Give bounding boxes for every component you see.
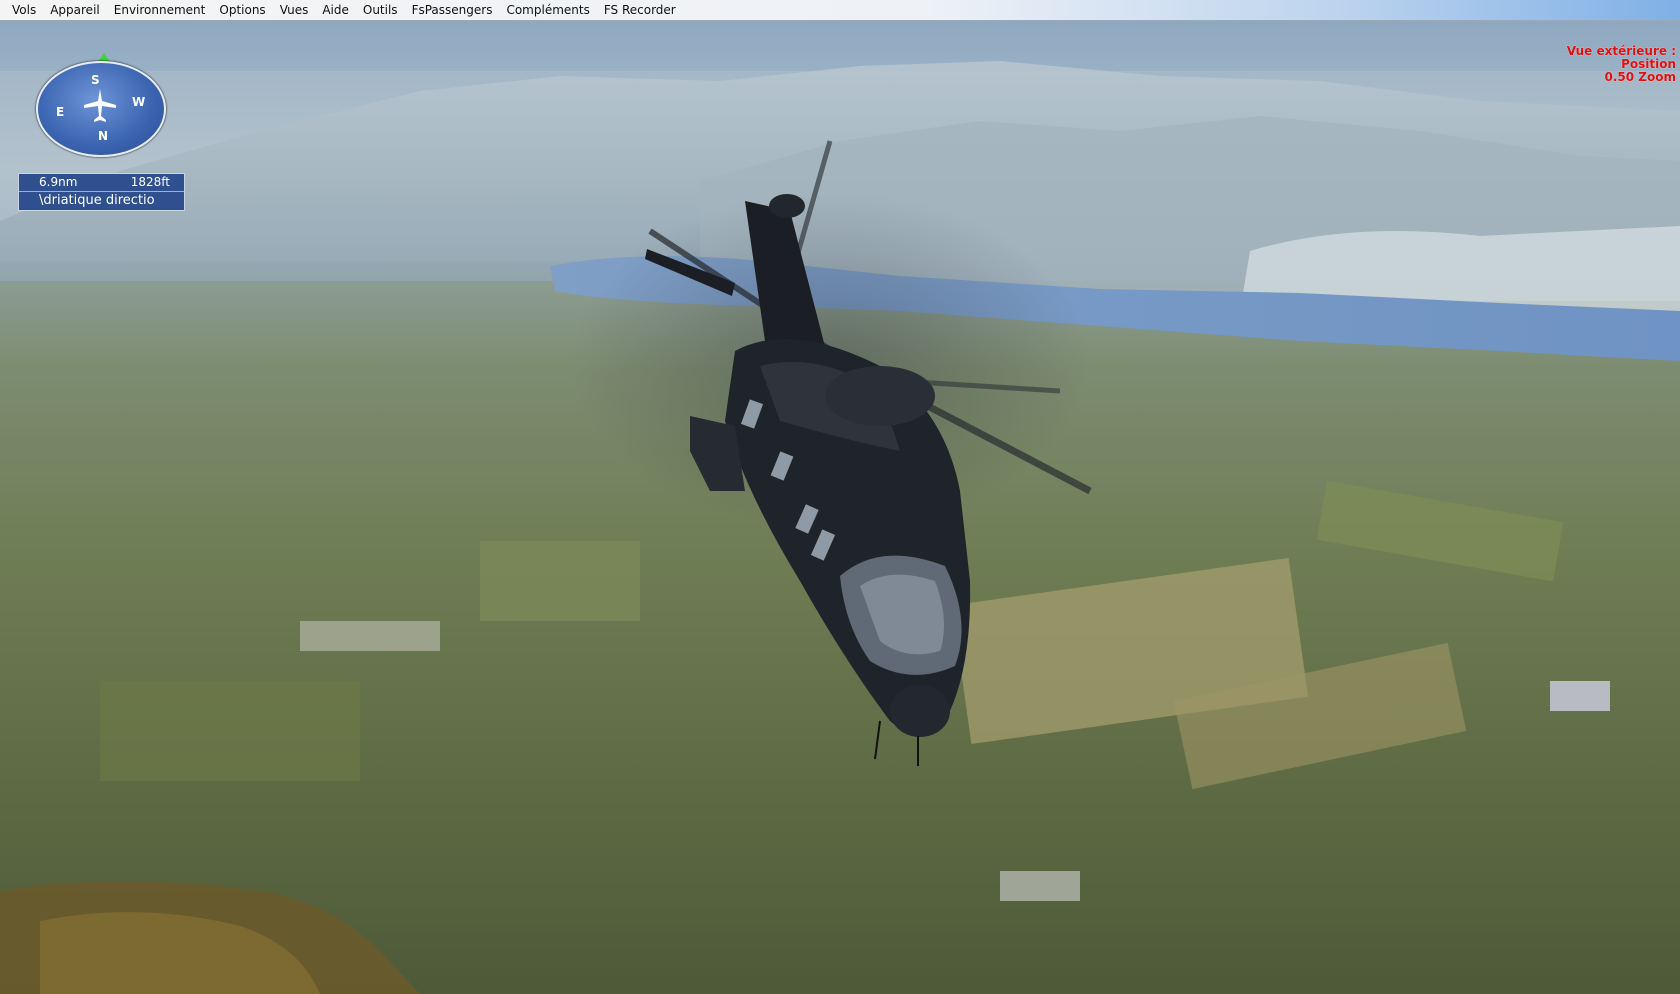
menu-aide[interactable]: Aide bbox=[315, 0, 356, 20]
compass-west-label: W bbox=[132, 95, 146, 109]
menu-fs-recorder[interactable]: FS Recorder bbox=[597, 0, 683, 20]
menu-options[interactable]: Options bbox=[212, 0, 272, 20]
view-mode-zoom: 0.50 Zoom bbox=[1604, 70, 1676, 84]
view-mode-label: Vue extérieure : Position 0.50 Zoom bbox=[1567, 45, 1676, 84]
menu-outils[interactable]: Outils bbox=[356, 0, 405, 20]
airplane-icon bbox=[84, 89, 116, 122]
altitude-readout: 1828ft bbox=[130, 175, 170, 189]
menu-complements[interactable]: Compléments bbox=[499, 0, 596, 20]
menu-bar: Vols Appareil Environnement Options Vues… bbox=[0, 0, 1680, 21]
menu-environnement[interactable]: Environnement bbox=[107, 0, 213, 20]
distance-readout: 6.9nm bbox=[39, 175, 78, 189]
menu-vols[interactable]: Vols bbox=[0, 0, 43, 20]
scenery-detail bbox=[0, 61, 1680, 994]
simulator-viewport[interactable]: S W N E 6.9nm 1828ft \driatique directio… bbox=[0, 21, 1680, 994]
compass-gauge: S W N E bbox=[36, 53, 166, 157]
compass-south-label: S bbox=[91, 73, 100, 87]
destination-readout: \driatique directio bbox=[19, 191, 184, 210]
compass-east-label: E bbox=[56, 105, 65, 119]
gps-info-row: 6.9nm 1828ft bbox=[19, 174, 184, 191]
gps-info-panel: 6.9nm 1828ft \driatique directio bbox=[18, 173, 185, 211]
menu-fspassengers[interactable]: FsPassengers bbox=[405, 0, 500, 20]
menu-vues[interactable]: Vues bbox=[273, 0, 316, 20]
compass-north-label: N bbox=[98, 129, 109, 143]
menu-appareil[interactable]: Appareil bbox=[43, 0, 107, 20]
